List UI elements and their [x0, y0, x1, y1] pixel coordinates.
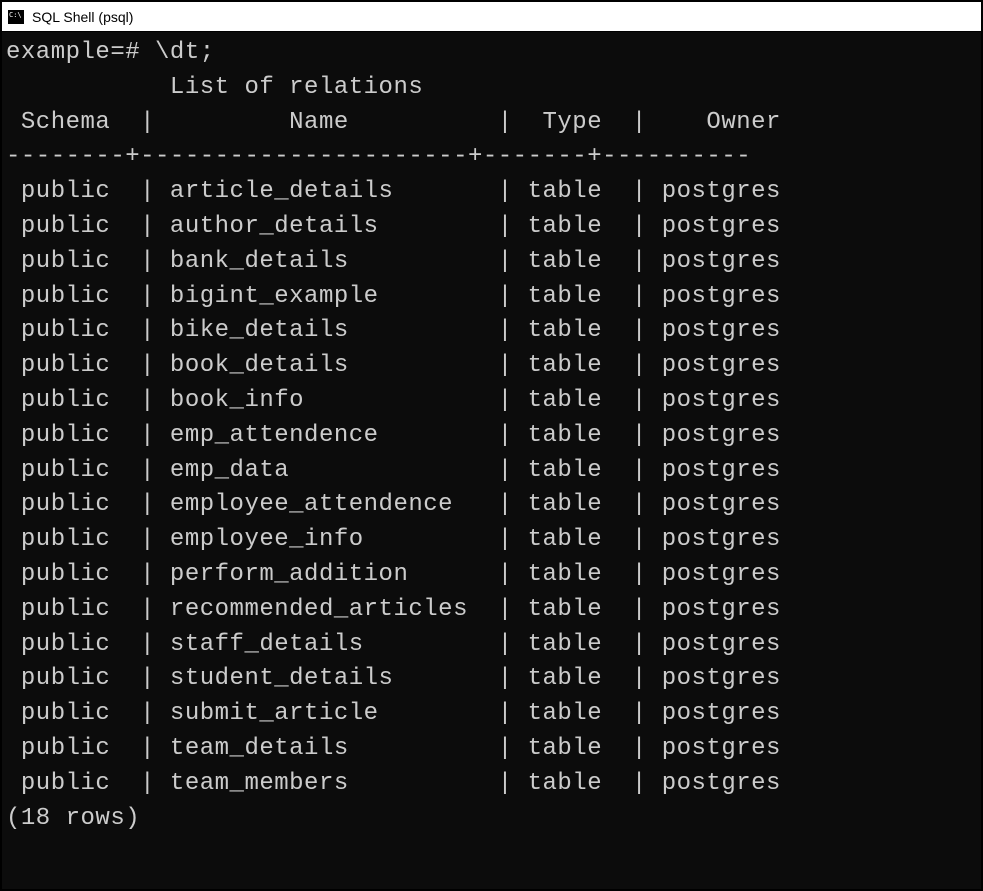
table-row: public | bank_details | table | postgres [6, 245, 977, 280]
terminal-icon [8, 10, 24, 24]
list-title: List of relations [6, 71, 977, 106]
table-row: public | staff_details | table | postgre… [6, 628, 977, 663]
table-row: public | emp_attendence | table | postgr… [6, 419, 977, 454]
row-count: (18 rows) [6, 802, 977, 837]
table-separator: --------+----------------------+-------+… [6, 140, 977, 175]
table-row: public | article_details | table | postg… [6, 175, 977, 210]
terminal-output[interactable]: example=# \dt; List of relations Schema … [2, 32, 981, 889]
titlebar: SQL Shell (psql) [2, 2, 981, 32]
table-row: public | student_details | table | postg… [6, 662, 977, 697]
table-row: public | team_details | table | postgres [6, 732, 977, 767]
table-row: public | employee_attendence | table | p… [6, 488, 977, 523]
table-row: public | bike_details | table | postgres [6, 314, 977, 349]
table-row: public | team_members | table | postgres [6, 767, 977, 802]
table-row: public | bigint_example | table | postgr… [6, 280, 977, 315]
table-row: public | perform_addition | table | post… [6, 558, 977, 593]
window-title: SQL Shell (psql) [32, 9, 133, 25]
table-row: public | employee_info | table | postgre… [6, 523, 977, 558]
table-header: Schema | Name | Type | Owner [6, 106, 977, 141]
table-row: public | book_info | table | postgres [6, 384, 977, 419]
table-row: public | author_details | table | postgr… [6, 210, 977, 245]
table-row: public | recommended_articles | table | … [6, 593, 977, 628]
table-row: public | emp_data | table | postgres [6, 454, 977, 489]
table-row: public | submit_article | table | postgr… [6, 697, 977, 732]
prompt-line: example=# \dt; [6, 36, 977, 71]
table-row: public | book_details | table | postgres [6, 349, 977, 384]
